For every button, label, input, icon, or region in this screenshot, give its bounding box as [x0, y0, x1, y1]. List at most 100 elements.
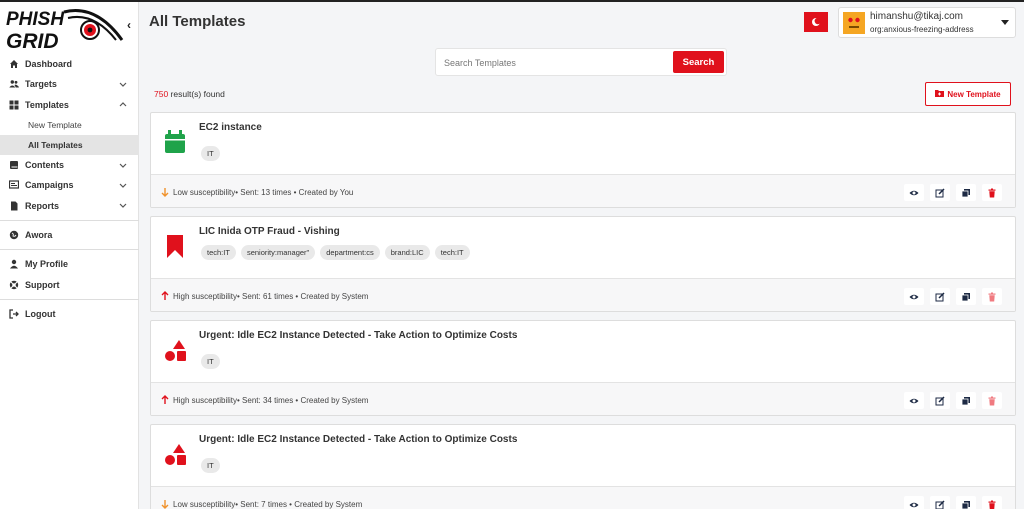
logout-icon — [9, 309, 19, 319]
view-button[interactable] — [904, 184, 924, 201]
arrow-up-icon — [161, 291, 169, 300]
card-footer: High susceptibility • Sent: 61 times • C… — [151, 278, 1015, 311]
card-footer: High susceptibility • Sent: 34 times • C… — [151, 382, 1015, 415]
calendar-icon — [163, 129, 187, 155]
person-icon — [9, 259, 19, 269]
copy-button[interactable] — [956, 288, 976, 305]
template-card[interactable]: EC2 instance IT Low susceptibility • Sen… — [150, 112, 1016, 208]
delete-button[interactable] — [982, 496, 1002, 509]
shapes-icon — [163, 441, 187, 467]
edit-button[interactable] — [930, 184, 950, 201]
sidebar-item-org[interactable]: Awora — [0, 225, 139, 245]
sidebar-item-targets[interactable]: Targets — [0, 74, 139, 94]
edit-button[interactable] — [930, 392, 950, 409]
tag: department:cs — [320, 245, 380, 260]
copy-button[interactable] — [956, 496, 976, 509]
lifebuoy-icon — [9, 280, 19, 290]
sidebar: PHISH GRID ‹ Dashboard Targets Templates… — [0, 2, 139, 509]
sidebar-item-my-profile[interactable]: My Profile — [0, 254, 139, 274]
sidebar-nav: Dashboard Targets Templates New Template… — [0, 54, 139, 324]
sidebar-item-reports[interactable]: Reports — [0, 195, 139, 215]
template-title[interactable]: Urgent: Idle EC2 Instance Detected - Tak… — [199, 434, 517, 445]
chevron-down-icon — [119, 163, 127, 168]
view-button[interactable] — [904, 496, 924, 509]
template-title[interactable]: EC2 instance — [199, 122, 262, 133]
theme-toggle-button[interactable] — [804, 12, 828, 32]
tag-list: IT — [201, 354, 220, 369]
sidebar-item-dashboard[interactable]: Dashboard — [0, 54, 139, 74]
copy-button[interactable] — [956, 184, 976, 201]
template-card[interactable]: Urgent: Idle EC2 Instance Detected - Tak… — [150, 320, 1016, 416]
template-meta: High susceptibility • Sent: 34 times • C… — [160, 395, 368, 405]
eye-icon — [909, 502, 919, 507]
campaign-icon — [9, 180, 19, 190]
svg-text:PHISH: PHISH — [6, 9, 65, 30]
new-template-button[interactable]: New Template — [925, 82, 1011, 106]
arrow-up-icon — [161, 395, 169, 404]
sidebar-subitem-new-template[interactable]: New Template — [0, 115, 139, 135]
delete-button[interactable] — [982, 288, 1002, 305]
sidebar-item-contents[interactable]: Contents — [0, 155, 139, 175]
tag-list: tech:IT seniority:manager" department:cs… — [201, 245, 470, 260]
moon-icon — [812, 17, 821, 26]
sent-info: • Sent: 7 times • Created by System — [235, 499, 363, 509]
susceptibility-text: Low susceptibility — [173, 187, 236, 197]
copy-icon — [961, 500, 970, 509]
template-card[interactable]: LIC Inida OTP Fraud - Vishing tech:IT se… — [150, 216, 1016, 312]
eye-icon — [909, 190, 919, 195]
eye-icon — [909, 398, 919, 403]
card-footer: Low susceptibility • Sent: 13 times • Cr… — [151, 174, 1015, 207]
tag: IT — [201, 354, 220, 369]
book-icon — [9, 160, 19, 170]
edit-button[interactable] — [930, 288, 950, 305]
page-title: All Templates — [149, 13, 246, 30]
collapse-sidebar-icon[interactable]: ‹ — [127, 18, 131, 32]
edit-icon — [935, 499, 945, 509]
svg-text:GRID: GRID — [6, 30, 59, 52]
template-meta: High susceptibility • Sent: 61 times • C… — [160, 291, 368, 301]
user-menu[interactable]: himanshu@tikaj.com org:anxious-freezing-… — [838, 7, 1016, 38]
sidebar-item-campaigns[interactable]: Campaigns — [0, 175, 139, 195]
sidebar-item-label: Reports — [25, 200, 60, 211]
sidebar-subitem-all-templates[interactable]: All Templates — [0, 134, 139, 155]
sent-info: • Sent: 13 times • Created by You — [235, 187, 354, 197]
trash-icon — [988, 500, 996, 509]
results-count: 750 — [154, 89, 169, 99]
view-button[interactable] — [904, 392, 924, 409]
user-org: org:anxious-freezing-address — [870, 25, 974, 34]
delete-button[interactable] — [982, 392, 1002, 409]
delete-button[interactable] — [982, 184, 1002, 201]
results-count-text: 750 result(s) found — [154, 89, 225, 99]
search-button[interactable]: Search — [673, 51, 724, 73]
chevron-down-icon — [119, 183, 127, 189]
caret-down-icon[interactable] — [1001, 20, 1009, 25]
tag: tech:IT — [201, 245, 236, 260]
results-suffix: result(s) found — [168, 89, 225, 99]
card-actions — [904, 288, 1002, 305]
sidebar-item-label: Targets — [25, 79, 57, 90]
template-card[interactable]: Urgent: Idle EC2 Instance Detected - Tak… — [150, 424, 1016, 509]
susceptibility-text: High susceptibility — [173, 291, 238, 301]
template-title[interactable]: Urgent: Idle EC2 Instance Detected - Tak… — [199, 330, 517, 341]
sidebar-subitem-label: New Template — [28, 119, 82, 130]
chevron-down-icon — [119, 204, 127, 209]
edit-icon — [935, 395, 945, 405]
search-input[interactable] — [444, 54, 664, 72]
edit-button[interactable] — [930, 496, 950, 509]
globe-icon — [9, 230, 19, 240]
sidebar-subitem-label: All Templates — [28, 139, 83, 150]
file-icon — [9, 201, 19, 211]
sent-info: • Sent: 34 times • Created by System — [237, 395, 369, 405]
sidebar-item-templates[interactable]: Templates — [0, 95, 139, 115]
template-title[interactable]: LIC Inida OTP Fraud - Vishing — [199, 226, 340, 237]
tag-list: IT — [201, 458, 220, 473]
phishgrid-logo[interactable]: PHISH GRID — [4, 6, 124, 53]
card-actions — [904, 496, 1002, 509]
copy-icon — [961, 292, 970, 301]
copy-button[interactable] — [956, 392, 976, 409]
view-button[interactable] — [904, 288, 924, 305]
chevron-down-icon — [119, 82, 127, 88]
sidebar-item-support[interactable]: Support — [0, 274, 139, 294]
sidebar-item-logout[interactable]: Logout — [0, 304, 139, 324]
shapes-icon — [163, 337, 187, 363]
